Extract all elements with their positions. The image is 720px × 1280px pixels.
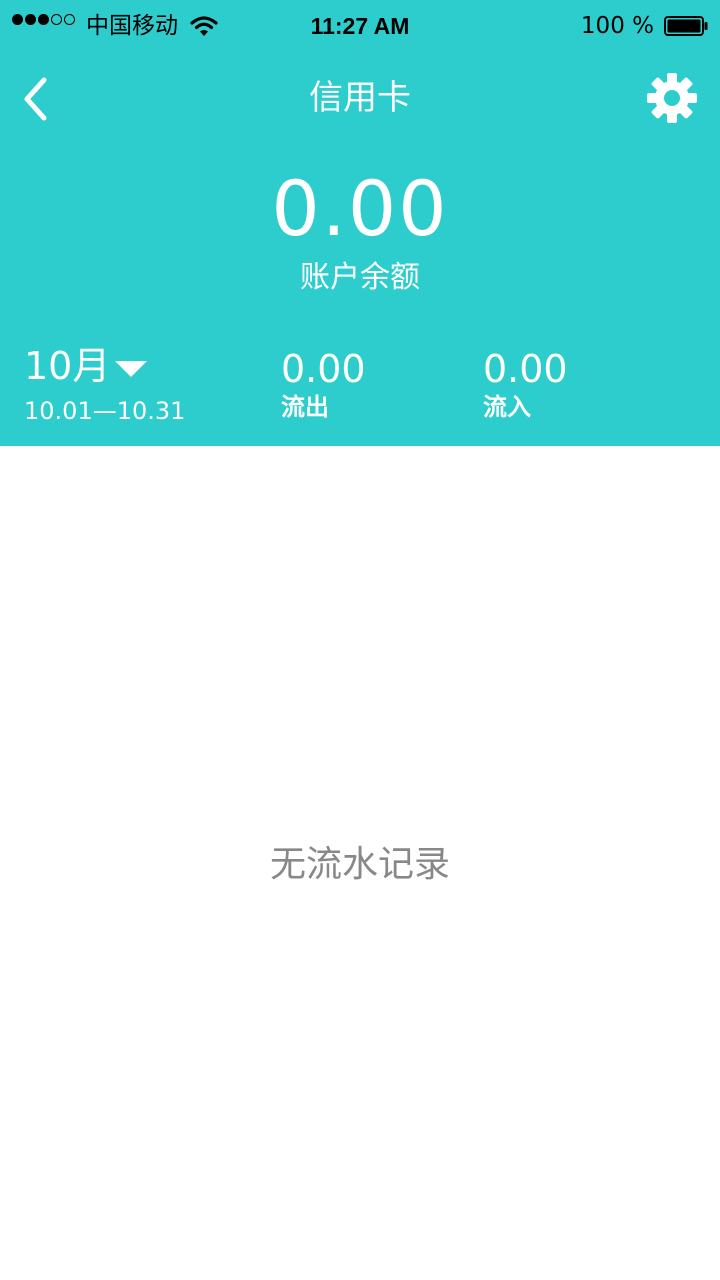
date-range: 10.01—10.31	[24, 397, 186, 425]
outflow-label: 流出	[281, 393, 329, 421]
outflow-stat: 0.00 流出	[281, 346, 366, 422]
battery-icon	[664, 16, 708, 36]
account-header: 中国移动 11:27 AM 100 % 信用卡 0.00 账户余额 10月 10…	[0, 0, 720, 446]
balance-amount: 0.00	[271, 164, 449, 253]
empty-state-message: 无流水记录	[269, 844, 450, 885]
inflow-stat: 0.00 流入	[483, 346, 568, 422]
caret-down-icon	[115, 361, 148, 377]
month-selector[interactable]: 10月	[24, 342, 148, 390]
inflow-label: 流入	[483, 393, 531, 421]
page-title: 信用卡	[309, 78, 411, 118]
month-label: 10月	[24, 344, 111, 388]
inflow-value: 0.00	[483, 347, 568, 391]
status-bar: 中国移动 11:27 AM 100 %	[0, 0, 720, 52]
gear-icon[interactable]	[646, 72, 698, 124]
balance-label: 账户余额	[300, 260, 420, 295]
screen: 中国移动 11:27 AM 100 % 信用卡 0.00 账户余额 10月 10…	[0, 0, 720, 1280]
outflow-value: 0.00	[281, 347, 366, 391]
battery-percentage: 100 %	[580, 13, 654, 39]
